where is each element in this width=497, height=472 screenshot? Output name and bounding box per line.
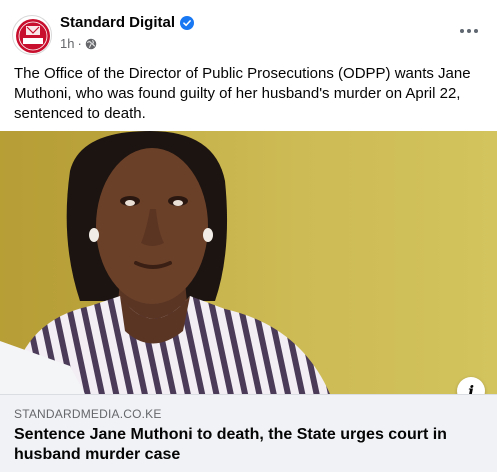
more-options-dot	[467, 29, 471, 33]
post-timestamp[interactable]: 1h	[60, 36, 74, 51]
page-avatar[interactable]	[12, 15, 52, 55]
post-header: Standard Digital 1h ·	[0, 0, 497, 60]
more-options-dot	[474, 29, 478, 33]
page-name[interactable]: Standard Digital	[60, 14, 195, 31]
post-meta: 1h ·	[60, 36, 97, 51]
page-name-label[interactable]: Standard Digital	[60, 14, 175, 31]
woman-portrait-image	[0, 131, 497, 394]
meta-separator: ·	[77, 36, 82, 51]
more-options-button[interactable]	[455, 20, 483, 42]
more-options-icon	[460, 29, 464, 33]
link-preview-image[interactable]	[0, 131, 497, 394]
link-title[interactable]: Sentence Jane Muthoni to death, the Stat…	[14, 425, 484, 465]
link-domain: STANDARDMEDIA.CO.KE	[14, 407, 162, 421]
link-preview-card[interactable]: STANDARDMEDIA.CO.KE Sentence Jane Muthon…	[0, 394, 497, 472]
post-caption: The Office of the Director of Public Pro…	[14, 65, 471, 122]
standard-logo-icon	[16, 19, 50, 53]
globe-icon	[85, 38, 97, 49]
verified-badge-icon	[180, 15, 195, 30]
